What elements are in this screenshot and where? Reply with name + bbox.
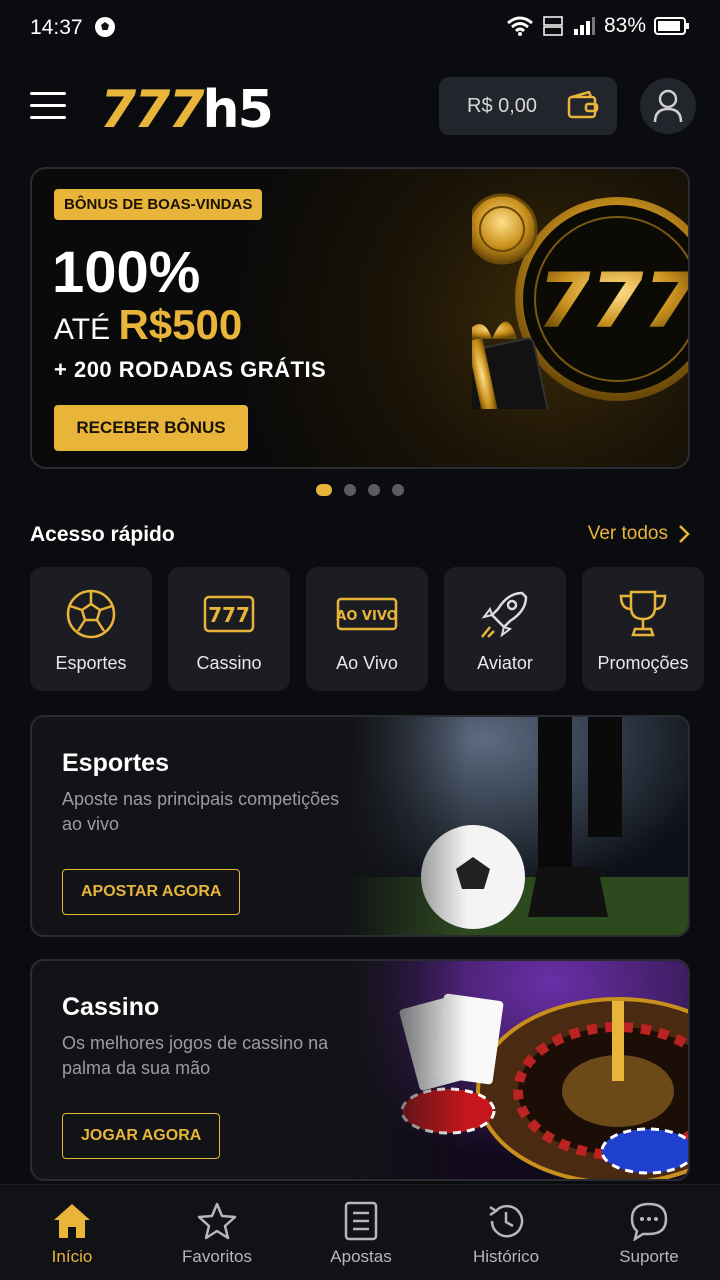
live-icon-text: AO VIVO xyxy=(336,609,397,624)
quick-access-row: Esportes 777 Cassino AO VIVO Ao Vivo Avi… xyxy=(30,567,704,691)
pagination-dot-1[interactable] xyxy=(316,484,332,496)
quick-access-label: Cassino xyxy=(196,653,262,673)
nav-label: Suporte xyxy=(619,1247,679,1266)
volte-icon xyxy=(543,16,563,36)
quick-access-cassino[interactable]: 777 Cassino xyxy=(168,567,290,691)
wallet-balance: R$ 0,00 xyxy=(467,95,538,117)
ticket-icon xyxy=(344,1201,378,1241)
logo-number: 777 xyxy=(100,80,205,140)
quick-access-label: Promoções xyxy=(597,653,689,673)
receive-bonus-button[interactable]: RECEBER BÔNUS xyxy=(54,405,248,451)
live-icon: AO VIVO xyxy=(336,597,398,631)
profile-button[interactable] xyxy=(640,78,696,134)
quick-access-title: Acesso rápido xyxy=(30,523,175,546)
card-description: Os melhores jogos de cassino na palma da… xyxy=(62,1033,329,1078)
pagination-dot-4[interactable] xyxy=(392,484,404,496)
quick-access-label: Esportes xyxy=(55,653,127,673)
chat-icon xyxy=(630,1202,668,1241)
pagination-dot-3[interactable] xyxy=(368,484,380,496)
slot-777-artwork: 777 xyxy=(472,193,690,409)
banner-badge: BÔNUS DE BOAS-VINDAS xyxy=(54,189,263,220)
artwork-777-text: 777 xyxy=(538,256,690,345)
nav-inicio[interactable]: Início xyxy=(12,1199,132,1267)
history-icon xyxy=(489,1204,524,1238)
menu-icon[interactable] xyxy=(30,92,66,122)
see-all-label: Ver todos xyxy=(587,523,668,544)
nav-historico[interactable]: Histórico xyxy=(446,1199,566,1267)
bottom-navigation: Início Favoritos Apostas Histórico Supor… xyxy=(0,1184,720,1280)
quick-access-ao-vivo[interactable]: AO VIVO Ao Vivo xyxy=(306,567,428,691)
see-all-link[interactable]: Ver todos xyxy=(588,523,690,545)
nav-favoritos[interactable]: Favoritos xyxy=(157,1199,277,1267)
app-header: 777h5 R$ 0,00 xyxy=(0,72,720,142)
signal-icon xyxy=(573,17,595,35)
quick-access-promocoes[interactable]: Promoções xyxy=(582,567,704,691)
nav-apostas[interactable]: Apostas xyxy=(301,1199,421,1267)
rocket-icon xyxy=(481,591,528,638)
chevron-right-icon xyxy=(679,525,690,543)
nav-label: Histórico xyxy=(472,1247,540,1266)
banner-amount-line: ATÉ R$500 xyxy=(54,301,242,349)
roulette-artwork xyxy=(348,961,688,1179)
soccer-notification-icon xyxy=(95,17,115,37)
quick-access-esportes[interactable]: Esportes xyxy=(30,567,152,691)
casino-promo-card[interactable]: Cassino Os melhores jogos de cassino na … xyxy=(30,959,690,1181)
bet-now-button[interactable]: APOSTAR AGORA xyxy=(62,869,241,915)
home-icon xyxy=(54,1204,90,1238)
banner-headline: 100% xyxy=(52,240,201,305)
app-logo[interactable]: 777h5 xyxy=(100,80,274,140)
battery-percent: 83% xyxy=(603,14,646,37)
play-now-button[interactable]: JOGAR AGORA xyxy=(62,1113,221,1159)
nav-label: Início xyxy=(51,1247,93,1266)
slot-777-icon: 777 xyxy=(203,595,255,633)
nav-label: Apostas xyxy=(330,1247,392,1266)
nav-suporte[interactable]: Suporte xyxy=(589,1199,709,1267)
card-title: Cassino xyxy=(62,993,160,1021)
star-icon xyxy=(197,1202,237,1240)
wallet-button[interactable]: R$ 0,00 xyxy=(439,77,617,135)
user-icon xyxy=(653,89,683,123)
banner-amount: R$500 xyxy=(118,301,243,348)
status-bar: 14:37 83% xyxy=(0,0,720,56)
banner-extra: + 200 RODADAS GRÁTIS xyxy=(54,357,327,382)
card-title: Esportes xyxy=(62,749,169,777)
banner-pagination xyxy=(0,484,720,496)
nav-label: Favoritos xyxy=(182,1247,252,1266)
slot-icon-text: 777 xyxy=(208,603,250,627)
welcome-bonus-banner[interactable]: BÔNUS DE BOAS-VINDAS 100% ATÉ R$500 + 20… xyxy=(30,167,690,469)
pagination-dot-2[interactable] xyxy=(344,484,356,496)
status-right: 83% xyxy=(506,14,690,38)
card-description: Aposte nas principais competições ao viv… xyxy=(62,789,340,834)
sports-promo-card[interactable]: Esportes Aposte nas principais competiçõ… xyxy=(30,715,690,937)
trophy-icon xyxy=(619,590,667,637)
soccer-artwork xyxy=(348,717,688,935)
status-time: 14:37 xyxy=(30,16,83,39)
battery-icon xyxy=(654,17,689,35)
quick-access-aviator[interactable]: Aviator xyxy=(444,567,566,691)
wallet-icon xyxy=(567,91,599,119)
soccer-ball-icon xyxy=(66,589,116,639)
banner-up-to: ATÉ xyxy=(54,313,111,346)
wifi-icon xyxy=(507,16,533,36)
logo-text: h5 xyxy=(202,80,274,140)
quick-access-label: Aviator xyxy=(477,653,533,673)
quick-access-label: Ao Vivo xyxy=(336,653,398,673)
